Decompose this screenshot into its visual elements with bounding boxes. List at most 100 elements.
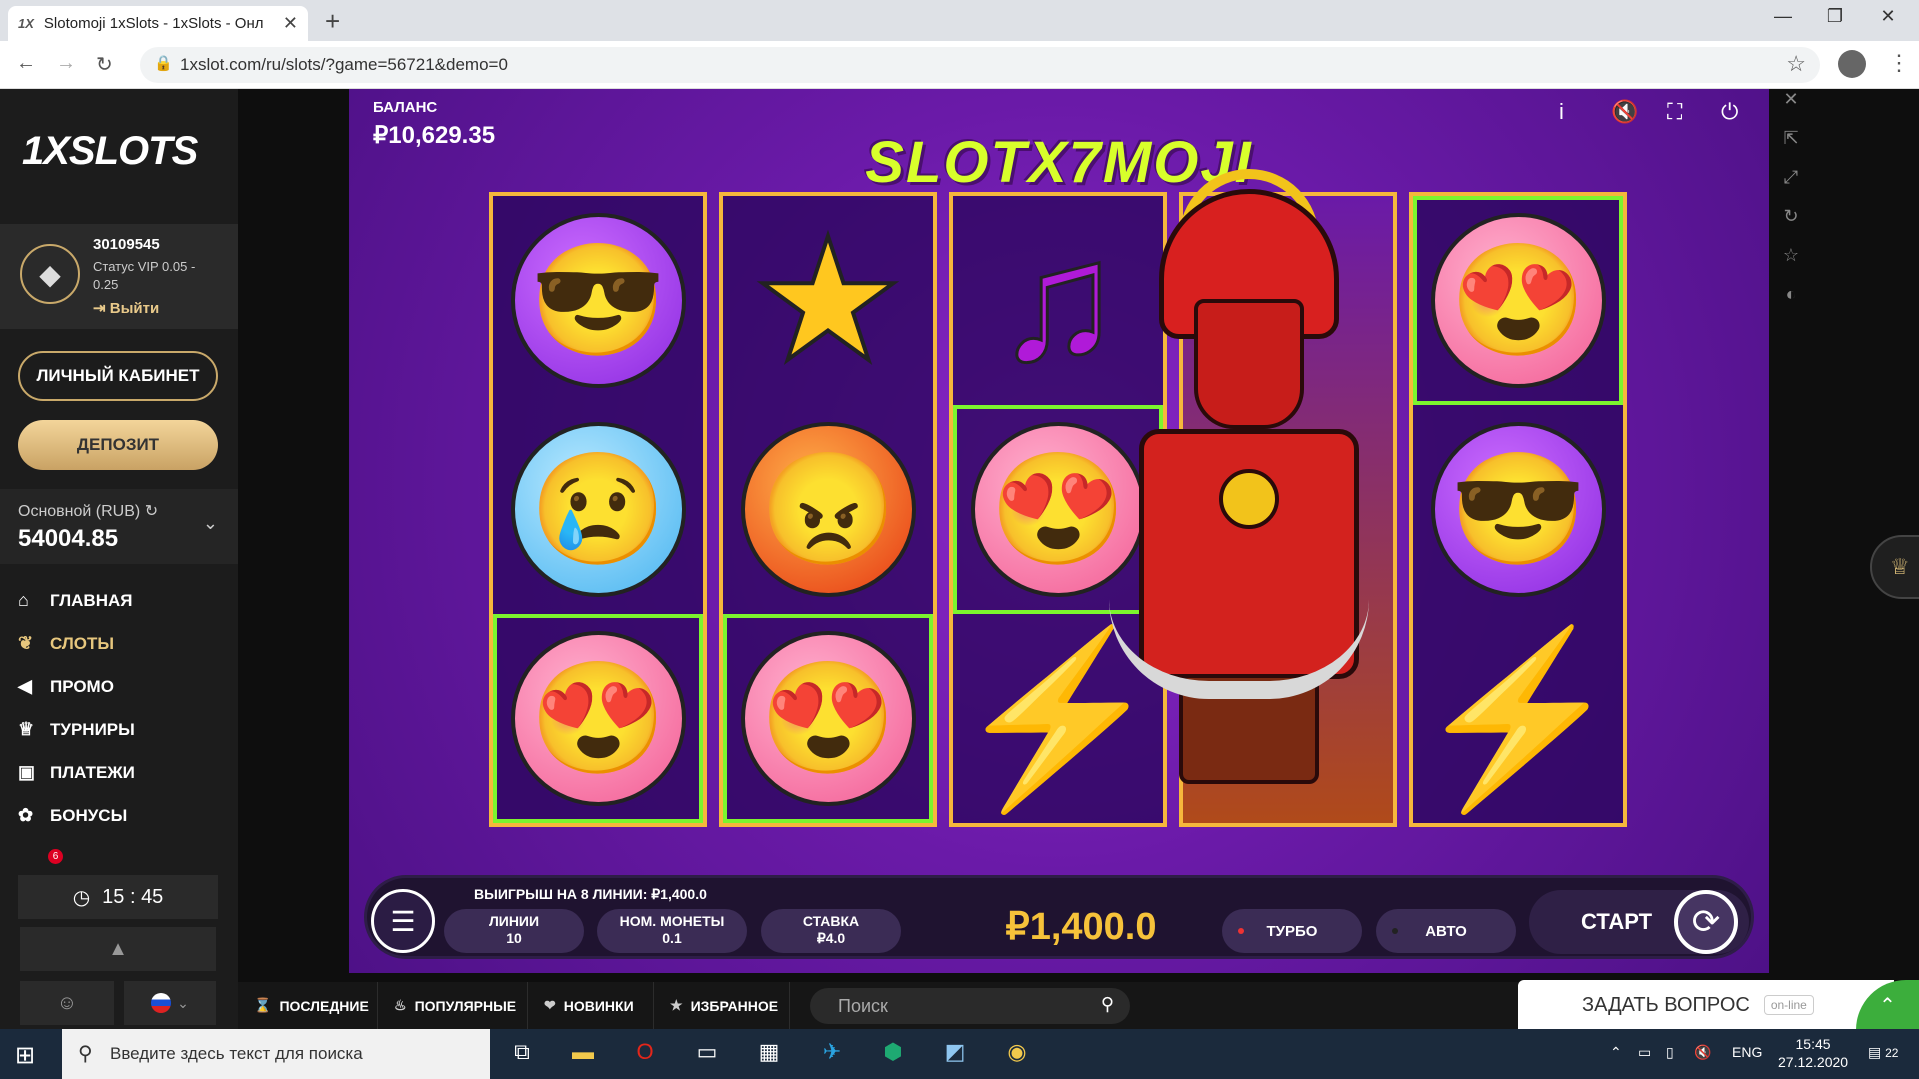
profile-avatar-icon[interactable]	[1838, 50, 1866, 78]
heart-icon: ❤	[544, 997, 556, 1013]
user-box: ◆ 30109545 Статус VIP 0.05 - 0.25 ⇥ Выйт…	[0, 224, 238, 329]
back-icon[interactable]: ←	[16, 52, 36, 75]
calculator-icon[interactable]: ▦	[752, 1039, 786, 1069]
refresh-icon[interactable]: ↻	[145, 503, 158, 520]
hamburger-icon: ☰	[390, 905, 416, 937]
hourglass-icon: ⌛	[254, 997, 272, 1013]
reload-icon[interactable]: ↻	[96, 52, 113, 77]
spin-arrows-icon: ⟳	[1691, 903, 1721, 941]
task-view-icon[interactable]: ⧉	[505, 1039, 539, 1069]
account-selector[interactable]: Основной (RUB) ↻ 54004.85 ⌄	[0, 489, 238, 564]
power-icon[interactable]: ⏻	[1721, 99, 1738, 125]
new-tab-icon[interactable]: +	[325, 6, 340, 37]
share-icon[interactable]: ⇱	[1776, 128, 1806, 167]
sidebar-item-slots[interactable]: ❦ СЛОТЫ	[18, 622, 135, 665]
game-side-toolbar: ✕ ⇱ ⤢ ↻ ☆ ◐	[1776, 89, 1806, 349]
browser-menu-icon[interactable]: ⋮	[1888, 50, 1910, 76]
fullscreen-icon[interactable]: ⛶	[1667, 99, 1682, 125]
chevron-down-icon[interactable]: ⌄	[203, 513, 218, 534]
trophy-icon: ♕	[1890, 554, 1910, 579]
user-id: 30109545	[93, 236, 160, 253]
address-bar-row: ← → ↻ 🔒 1xslot.com/ru/slots/?game=56721&…	[0, 41, 1919, 89]
taskbar-search-input[interactable]: ⚲ Введите здесь текст для поиска	[62, 1029, 490, 1079]
profile-button[interactable]: ☺	[20, 981, 114, 1025]
minimize-icon[interactable]: —	[1763, 6, 1803, 27]
game-search-input[interactable]: Поиск ⚲	[810, 988, 1130, 1024]
telegram-icon[interactable]: ✈	[815, 1039, 849, 1069]
tab-close-icon[interactable]: ✕	[283, 13, 298, 34]
star-symbol-icon: ★	[750, 205, 906, 396]
chevron-down-icon: ⌄	[177, 994, 189, 1011]
flame-icon: ♨	[394, 997, 407, 1013]
tab-popular[interactable]: ♨ ПОПУЛЯРНЫЕ	[378, 982, 528, 1029]
forward-icon[interactable]: →	[56, 52, 76, 75]
tab-recent[interactable]: ⌛ ПОСЛЕДНИЕ	[238, 982, 378, 1029]
logout-link[interactable]: ⇥ Выйти	[93, 299, 159, 317]
language-selector[interactable]: ⌄	[124, 981, 216, 1025]
windows-start-icon[interactable]: ⊞	[15, 1041, 35, 1070]
sidebar-item-tournaments[interactable]: ♕ ТУРНИРЫ	[18, 708, 135, 751]
sidebar-item-bonuses[interactable]: ✿ БОНУСЫ	[18, 794, 135, 837]
url-text: 1xslot.com/ru/slots/?game=56721&demo=0	[180, 55, 508, 74]
samurai-sword	[1109, 599, 1369, 699]
browser-tab[interactable]: 1X Slotomoji 1xSlots - 1xSlots - Онл ✕	[8, 6, 308, 41]
tab-new[interactable]: ❤ НОВИНКИ	[528, 982, 654, 1029]
language-indicator[interactable]: ENG	[1732, 1044, 1762, 1060]
computer-icon[interactable]: ▭	[690, 1039, 724, 1069]
heart-eyes-emoji-icon: 😍	[510, 631, 686, 806]
battery-icon[interactable]: ▭	[1638, 1044, 1651, 1061]
toggle-icon[interactable]: ◐	[1776, 284, 1806, 323]
deposit-button[interactable]: ДЕПОЗИТ	[18, 420, 218, 470]
mute-icon[interactable]: 🔇	[1611, 99, 1638, 125]
url-bar[interactable]: 🔒 1xslot.com/ru/slots/?game=56721&demo=0…	[140, 47, 1820, 83]
bookmark-star-icon[interactable]: ☆	[1786, 51, 1806, 77]
volume-mute-icon[interactable]: 🔇	[1694, 1044, 1711, 1061]
sidebar-item-promo[interactable]: ◀ ПРОМО	[18, 665, 135, 708]
auto-toggle[interactable]: АВТО	[1376, 909, 1516, 953]
file-explorer-icon[interactable]: ▬	[566, 1039, 600, 1069]
bonus-count-badge: 6	[48, 849, 63, 864]
game-menu-button[interactable]: ☰	[371, 889, 435, 953]
site-logo[interactable]: 1XSLOTS	[22, 129, 198, 174]
personal-cabinet-button[interactable]: ЛИЧНЫЙ КАБИНЕТ	[18, 351, 218, 401]
info-icon[interactable]: i	[1559, 99, 1564, 125]
turbo-toggle[interactable]: ТУРБО	[1222, 909, 1362, 953]
tab-favorites[interactable]: ★ ИЗБРАННОЕ	[654, 982, 790, 1029]
sunglasses-emoji-icon: 😎	[510, 213, 686, 388]
reload-game-icon[interactable]: ↻	[1776, 206, 1806, 245]
sidebar-menu: ⌂ ГЛАВНАЯ ❦ СЛОТЫ ◀ ПРОМО ♕ ТУРНИРЫ ▣ ПЛАТЕЖИ…	[18, 579, 135, 864]
network-icon[interactable]: ▯	[1666, 1044, 1674, 1061]
samurai-emblem	[1219, 469, 1279, 529]
search-icon[interactable]: ⚲	[1101, 994, 1114, 1015]
lines-selector[interactable]: ЛИНИИ 10	[444, 909, 584, 953]
favorite-star-icon[interactable]: ☆	[1776, 245, 1806, 284]
online-status-badge: on-line	[1763, 995, 1814, 1015]
tab-title: Slotomoji 1xSlots - 1xSlots - Онл	[43, 15, 264, 32]
tray-chevron-icon[interactable]: ⌃	[1610, 1044, 1622, 1061]
sidebar-item-home[interactable]: ⌂ ГЛАВНАЯ	[18, 579, 135, 622]
expand-icon[interactable]: ⤢	[1776, 167, 1806, 206]
notifications-icon[interactable]: ▤ 22	[1868, 1044, 1898, 1061]
chrome-icon[interactable]: ◉	[1000, 1039, 1034, 1069]
heart-eyes-emoji-icon: 😍	[1430, 213, 1606, 388]
close-icon[interactable]: ✕	[1776, 89, 1806, 128]
restore-icon[interactable]: ❐	[1815, 6, 1855, 27]
app-shield-icon[interactable]: ⬢	[876, 1039, 910, 1069]
taskbar-clock[interactable]: 15:45 27.12.2020	[1778, 1035, 1848, 1071]
android-app-button[interactable]: ▲	[20, 927, 216, 971]
sidebar-item-payments[interactable]: ▣ ПЛАТЕЖИ	[18, 751, 135, 794]
reel-cell: 😠	[723, 405, 933, 614]
account-label: Основной (RUB) ↻	[18, 503, 159, 520]
ask-question-button[interactable]: ЗАДАТЬ ВОПРОС on-line	[1518, 980, 1894, 1030]
opera-icon[interactable]: O	[628, 1039, 662, 1069]
star-icon: ★	[670, 997, 683, 1013]
window-close-icon[interactable]: ✕	[1868, 6, 1908, 27]
slot-game: БАЛАНС ₽10,629.35 SLOTX7MOJI i 🔇 ⛶ ⏻ 😎 😢…	[349, 89, 1769, 973]
trophy-icon: ♕	[18, 719, 35, 739]
coin-value-selector[interactable]: НОМ. МОНЕТЫ 0.1	[597, 909, 747, 953]
music-note-icon: ♫	[993, 205, 1123, 396]
bet-selector[interactable]: СТАВКА ₽4.0	[761, 909, 901, 953]
spin-button[interactable]: ⟳	[1674, 890, 1738, 954]
window-app-icon[interactable]: ◩	[938, 1039, 972, 1069]
slots-icon: ❦	[18, 633, 34, 653]
